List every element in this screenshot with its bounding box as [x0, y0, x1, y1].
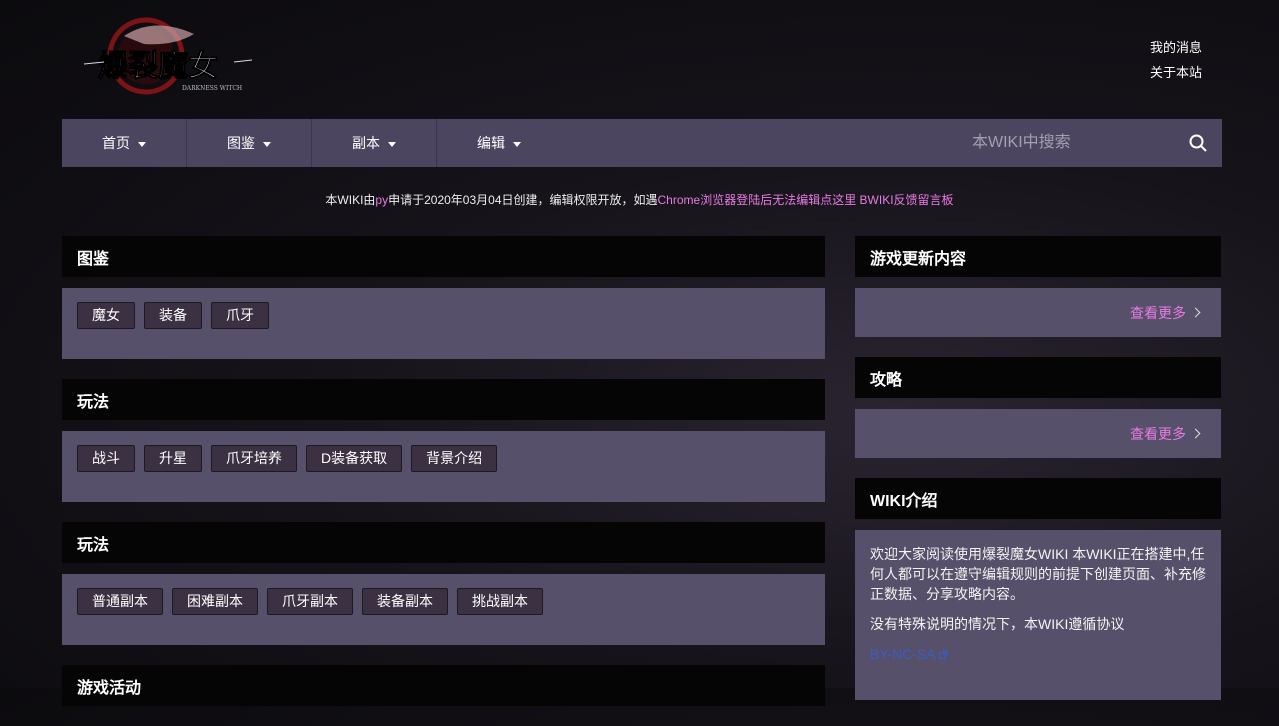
chevron-right-icon	[1190, 428, 1201, 439]
section-title: 玩法	[62, 522, 825, 563]
nav-edit[interactable]: 编辑	[437, 119, 561, 167]
section-body: 欢迎大家阅读使用爆裂魔女WIKI 本WIKI正在搭建中,任何人都可以在遵守编辑规…	[855, 530, 1221, 700]
license-statement: 没有特殊说明的情况下，本WIKI遵循协议	[870, 616, 1125, 632]
intro-paragraph: 欢迎大家阅读使用爆裂魔女WIKI 本WIKI正在搭建中,任何人都可以在遵守编辑规…	[870, 546, 1206, 602]
tag-button[interactable]: 挑战副本	[457, 588, 543, 615]
nav-edit-label: 编辑	[477, 135, 505, 151]
chrome-help-link[interactable]: Chrome浏览器登陆后无法编辑点这里	[658, 193, 857, 207]
section-body: 查看更多	[855, 288, 1221, 337]
search-input[interactable]	[970, 127, 1174, 159]
nav-home-label: 首页	[102, 135, 130, 151]
about-site-link[interactable]: 关于本站	[1150, 60, 1202, 85]
tag-button[interactable]: 装备	[144, 302, 202, 329]
license-label: BY-NC-SA	[870, 646, 935, 662]
chevron-right-icon	[1190, 307, 1201, 318]
tag-button[interactable]: 普通副本	[77, 588, 163, 615]
feedback-board-link[interactable]: BWIKI反馈留言板	[860, 193, 954, 207]
creator-link[interactable]: py	[375, 193, 388, 207]
tag-button[interactable]: 爪牙培养	[211, 445, 297, 472]
nav-dungeon[interactable]: 副本	[312, 119, 437, 167]
search-button[interactable]	[1174, 119, 1222, 167]
section-events: 游戏活动	[62, 665, 825, 706]
site-logo[interactable]: 爆裂魔女 DARKNESS WITCH	[83, 16, 253, 100]
view-more-label: 查看更多	[1130, 304, 1186, 321]
tag-button[interactable]: 背景介绍	[411, 445, 498, 472]
external-link-icon	[938, 650, 948, 659]
section-guides: 攻略 查看更多	[855, 357, 1221, 458]
view-more-label: 查看更多	[1130, 425, 1186, 442]
caret-down-icon	[138, 141, 146, 147]
section-title: 玩法	[62, 379, 825, 420]
section-wiki-intro: WIKI介绍 欢迎大家阅读使用爆裂魔女WIKI 本WIKI正在搭建中,任何人都可…	[855, 478, 1221, 700]
nav-codex[interactable]: 图鉴	[187, 119, 312, 167]
notice-prefix: 本WIKI由	[325, 193, 376, 207]
search-box	[970, 119, 1222, 167]
logo-text: 爆裂魔女	[98, 49, 218, 84]
section-gameplay: 玩法 战斗 升星 爪牙培养 D装备获取 背景介绍	[62, 379, 825, 502]
section-body: 战斗 升星 爪牙培养 D装备获取 背景介绍	[62, 431, 825, 502]
section-body: 魔女 装备 爪牙	[62, 288, 825, 359]
section-title: 攻略	[855, 357, 1221, 398]
view-more-link[interactable]: 查看更多	[1130, 424, 1201, 444]
logo-subtitle: DARKNESS WITCH	[182, 85, 242, 92]
caret-down-icon	[388, 141, 396, 147]
nav-codex-label: 图鉴	[227, 135, 255, 151]
license-link[interactable]: BY-NC-SA	[870, 646, 948, 662]
tag-button[interactable]: 爪牙副本	[267, 588, 353, 615]
tag-button[interactable]: 装备副本	[362, 588, 448, 615]
search-icon	[1189, 134, 1207, 152]
section-codex: 图鉴 魔女 装备 爪牙	[62, 236, 825, 359]
left-column: 图鉴 魔女 装备 爪牙 玩法 战斗 升星 爪牙培养 D装备获取 背景介绍 玩法 …	[62, 236, 825, 726]
main-navbar: 首页 图鉴 副本 编辑	[62, 119, 1222, 167]
view-more-link[interactable]: 查看更多	[1130, 303, 1201, 323]
section-title: 游戏活动	[62, 665, 825, 706]
right-column: 游戏更新内容 查看更多 攻略 查看更多 WIKI介绍 欢迎大家阅读使用爆裂魔女W…	[855, 236, 1221, 720]
section-title: WIKI介绍	[855, 478, 1221, 519]
tag-button[interactable]: 升星	[144, 445, 202, 472]
tag-button[interactable]: 魔女	[77, 302, 135, 329]
section-body: 查看更多	[855, 409, 1221, 458]
section-title: 图鉴	[62, 236, 825, 277]
tag-button[interactable]: 爪牙	[211, 302, 269, 329]
caret-down-icon	[513, 141, 521, 147]
section-game-updates: 游戏更新内容 查看更多	[855, 236, 1221, 337]
tag-button[interactable]: 困难副本	[172, 588, 258, 615]
caret-down-icon	[263, 141, 271, 147]
section-body: 普通副本 困难副本 爪牙副本 装备副本 挑战副本	[62, 574, 825, 645]
notice-middle: 申请于2020年03月04日创建，编辑权限开放，如遇	[388, 193, 658, 207]
my-messages-link[interactable]: 我的消息	[1150, 35, 1202, 60]
nav-home[interactable]: 首页	[62, 119, 187, 167]
nav-dungeon-label: 副本	[352, 135, 380, 151]
top-links: 我的消息 关于本站	[1150, 35, 1202, 85]
tag-button[interactable]: 战斗	[77, 445, 135, 472]
section-title: 游戏更新内容	[855, 236, 1221, 277]
section-dungeons: 玩法 普通副本 困难副本 爪牙副本 装备副本 挑战副本	[62, 522, 825, 645]
site-notice: 本WIKI由py申请于2020年03月04日创建，编辑权限开放，如遇Chrome…	[0, 191, 1279, 208]
tag-button[interactable]: D装备获取	[306, 445, 403, 472]
